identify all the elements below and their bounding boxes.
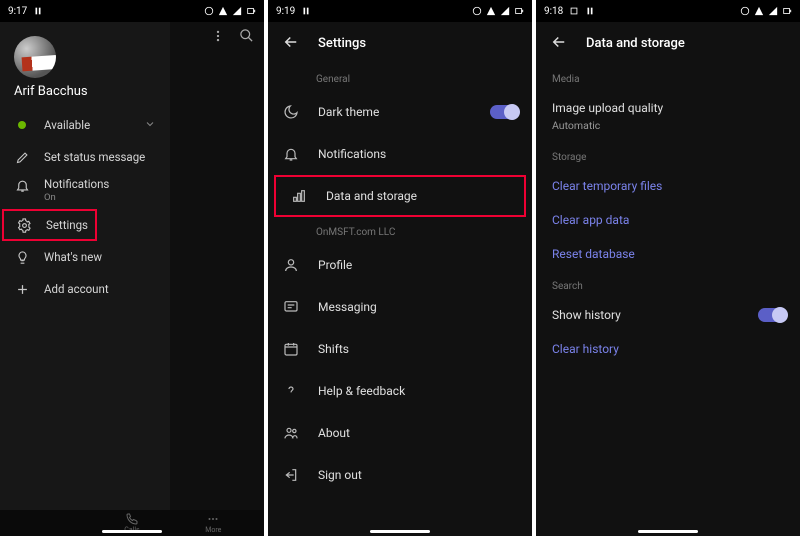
whats-new-label: What's new [44,250,102,264]
show-history-label: Show history [552,308,621,322]
show-history-row[interactable]: Show history [536,298,800,332]
clear-temp-row[interactable]: Clear temporary files [536,169,800,203]
app-bar: Settings [268,22,532,64]
gear-icon [16,217,32,233]
add-account-label: Add account [44,282,109,296]
section-label-media: Media [536,64,800,91]
phone-3-data-storage-screen: 9:18 Data and storage Media Image upload… [536,0,800,536]
bell-icon [14,177,30,193]
data-storage-row[interactable]: Data and storage [274,175,526,217]
signout-label: Sign out [318,468,362,482]
clear-app-row[interactable]: Clear app data [536,203,800,237]
search-icon[interactable] [239,28,254,46]
plus-icon [14,281,30,297]
help-icon [282,382,300,400]
upload-quality-label: Image upload quality [552,101,663,115]
reset-db-label: Reset database [552,247,635,261]
alarm-icon [585,6,595,16]
nav-more-label: More [205,526,221,534]
profile-label: Profile [318,258,352,272]
back-arrow-icon[interactable] [550,33,568,54]
messaging-row[interactable]: Messaging [268,286,532,328]
shifts-label: Shifts [318,342,349,356]
alarm-icon [301,6,311,16]
lightbulb-icon [14,249,30,265]
settings-row[interactable]: Settings [2,209,97,241]
teams-icon [282,424,300,442]
app-bar: Data and storage [536,22,800,64]
chat-icon [282,298,300,316]
set-status-label: Set status message [44,150,145,164]
clear-history-row[interactable]: Clear history [536,332,800,366]
dark-theme-label: Dark theme [318,105,379,119]
upload-quality-value: Automatic [536,119,800,142]
whats-new-row[interactable]: What's new [0,241,170,273]
moon-icon [282,103,300,121]
signout-row[interactable]: Sign out [268,454,532,496]
notifications-label: Notifications [44,177,109,191]
phone-icon [126,513,138,525]
more-vert-icon[interactable] [211,29,225,46]
home-indicator[interactable] [638,530,698,533]
edit-icon [14,149,30,165]
clear-app-label: Clear app data [552,213,629,227]
settings-label: Settings [46,218,88,232]
section-label-org: OnMSFT.com LLC [268,217,532,244]
about-row[interactable]: About [268,412,532,454]
chevron-down-icon [144,118,156,133]
back-arrow-icon[interactable] [282,33,300,54]
available-status-icon [14,117,30,133]
data-usage-icon [290,187,308,205]
bell-icon [282,145,300,163]
phone-2-settings-screen: 9:19 Settings General Dark theme Notific… [268,0,532,536]
notifications-label: Notifications [318,147,386,161]
notifications-value: On [44,192,109,203]
reset-db-row[interactable]: Reset database [536,237,800,271]
set-status-row[interactable]: Set status message [0,141,170,173]
status-icons-right [472,6,524,16]
signout-icon [282,466,300,484]
clear-history-label: Clear history [552,342,619,356]
dark-theme-row[interactable]: Dark theme [268,91,532,133]
notifications-row[interactable]: Notifications On [0,173,170,209]
add-account-row[interactable]: Add account [0,273,170,305]
section-label-storage: Storage [536,142,800,169]
show-history-toggle[interactable] [758,308,786,322]
status-time: 9:19 [276,6,295,17]
clear-temp-label: Clear temporary files [552,179,662,193]
about-label: About [318,426,350,440]
alarm-icon [33,6,43,16]
home-indicator[interactable] [370,530,430,533]
page-title: Settings [318,36,366,51]
status-icons-right [740,6,792,16]
section-label-general: General [268,64,532,91]
avatar[interactable] [14,36,56,78]
screenshot-icon [569,6,579,16]
nav-more[interactable]: More [193,513,233,534]
presence-row[interactable]: Available [0,109,170,141]
status-time: 9:18 [544,6,563,17]
data-storage-label: Data and storage [326,189,417,203]
messaging-label: Messaging [318,300,377,314]
status-icons-right [204,6,256,16]
help-row[interactable]: Help & feedback [268,370,532,412]
more-horiz-icon [207,513,219,525]
home-indicator[interactable] [102,530,162,533]
page-title: Data and storage [586,36,685,51]
status-time: 9:17 [8,6,27,17]
phone-1-sidebar-screen: 9:17 Arif Bacchus Available [0,0,264,536]
profile-row[interactable]: Profile [268,244,532,286]
notifications-row[interactable]: Notifications [268,133,532,175]
presence-label: Available [44,118,90,132]
status-bar: 9:18 [536,0,800,22]
calendar-icon [282,340,300,358]
dark-theme-toggle[interactable] [490,105,518,119]
username-label: Arif Bacchus [0,84,170,109]
section-label-search: Search [536,271,800,298]
status-bar: 9:17 [0,0,264,22]
shifts-row[interactable]: Shifts [268,328,532,370]
person-icon [282,256,300,274]
status-bar: 9:19 [268,0,532,22]
help-label: Help & feedback [318,384,405,398]
